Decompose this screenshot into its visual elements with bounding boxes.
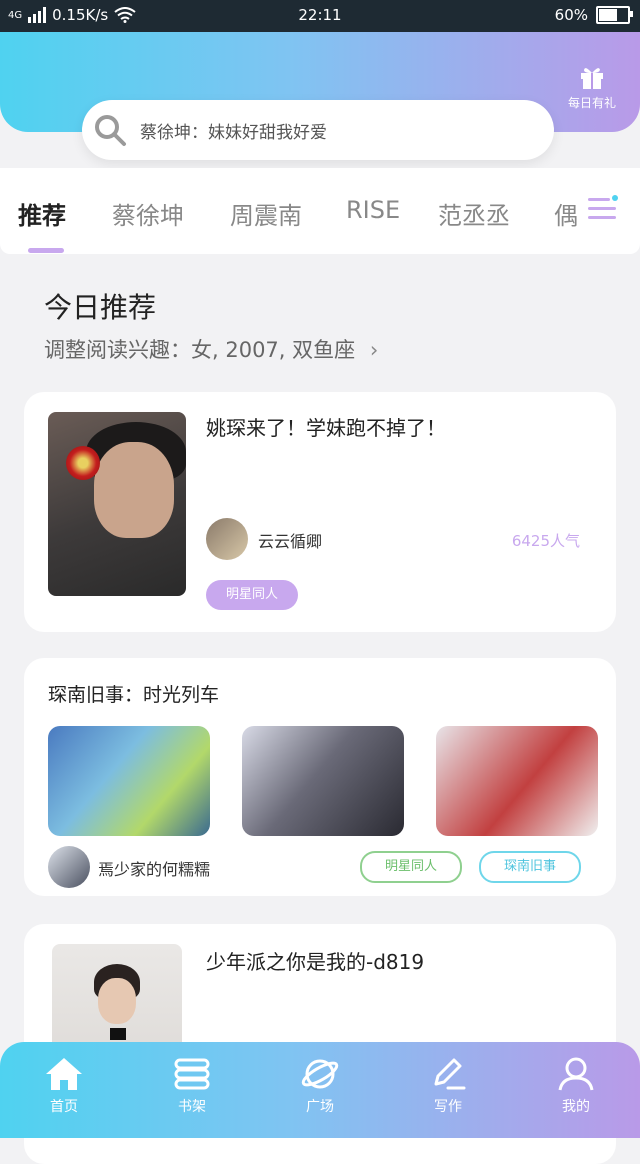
nav-label: 首页 (50, 1099, 78, 1115)
menu-icon[interactable] (586, 192, 620, 226)
book-title: 姚琛来了！学妹跑不掉了！ (206, 416, 446, 440)
home-icon (46, 1058, 82, 1090)
author-avatar[interactable] (48, 846, 90, 888)
nav-profile[interactable]: 我的 (526, 1056, 626, 1116)
collection-image[interactable] (242, 726, 404, 836)
gift-icon (581, 68, 603, 89)
topic-tag[interactable]: 琛南旧事 (479, 851, 581, 883)
chevron-right-icon: › (369, 338, 379, 362)
category-tag[interactable]: 明星同人 (360, 851, 462, 883)
gift-label: 每日有礼 (567, 96, 616, 110)
category-tag[interactable]: 明星同人 (206, 580, 298, 610)
category-tabs: 推荐 蔡徐坤 周震南 RISE 范丞丞 偶 (0, 168, 640, 254)
battery-percent: 60% (554, 6, 588, 24)
author-name[interactable]: 焉少家的何糯糯 (98, 856, 210, 880)
status-bar: 4G 0.15K/s 22:11 60% (0, 0, 640, 32)
collection-card[interactable]: 琛南旧事：时光列车 焉少家的何糯糯 明星同人 琛南旧事 (24, 658, 616, 896)
collection-image[interactable] (436, 726, 598, 836)
nav-label: 我的 (562, 1099, 590, 1115)
battery-icon (596, 6, 633, 24)
user-icon (558, 1057, 594, 1091)
collection-title: 琛南旧事：时光列车 (48, 684, 220, 706)
book-title: 少年派之你是我的-d819 (206, 950, 425, 974)
author-avatar[interactable] (206, 518, 248, 560)
bookshelf-icon (174, 1058, 210, 1090)
section-title: 今日推荐 (44, 291, 157, 324)
nav-write[interactable]: 写作 (398, 1056, 498, 1116)
nav-label: 写作 (434, 1099, 462, 1115)
book-cover-image (48, 412, 186, 596)
book-card[interactable]: 姚琛来了！学妹跑不掉了！ 云云循卿 6425人气 明星同人 (24, 392, 616, 632)
tab-caixukun[interactable]: 蔡徐坤 (112, 196, 184, 231)
nav-label: 书架 (178, 1099, 206, 1115)
tab-rise[interactable]: RISE (346, 196, 400, 224)
bottom-navigation: 首页 书架 广场 写作 我的 (0, 1042, 640, 1138)
planet-icon (301, 1059, 339, 1089)
search-icon (95, 115, 126, 146)
popularity-count: 6425人气 (511, 532, 580, 550)
nav-label: 广场 (306, 1099, 334, 1115)
nav-bookshelf[interactable]: 书架 (142, 1056, 242, 1116)
nav-plaza[interactable]: 广场 (270, 1056, 370, 1116)
active-tab-indicator (28, 248, 64, 253)
search-text: 蔡徐坤：妹妹好甜我好爱 (140, 122, 327, 143)
tab-zhouzhennan[interactable]: 周震南 (230, 196, 302, 231)
pen-icon (434, 1058, 466, 1090)
search-bar[interactable]: 蔡徐坤：妹妹好甜我好爱 (82, 100, 554, 160)
tab-more-partial[interactable]: 偶 (554, 196, 578, 231)
status-time: 22:11 (298, 6, 342, 24)
daily-gift-button[interactable]: 每日有礼 (562, 64, 622, 111)
adjust-interest-text: 调整阅读兴趣：女, 2007, 双鱼座 (44, 338, 356, 362)
author-name[interactable]: 云云循卿 (258, 528, 322, 552)
nav-home[interactable]: 首页 (14, 1056, 114, 1116)
tab-recommend[interactable]: 推荐 (18, 196, 66, 231)
collection-image[interactable] (48, 726, 210, 836)
adjust-interest-link[interactable]: 调整阅读兴趣：女, 2007, 双鱼座 › (44, 334, 378, 364)
tab-fanchengcheng[interactable]: 范丞丞 (438, 196, 510, 231)
